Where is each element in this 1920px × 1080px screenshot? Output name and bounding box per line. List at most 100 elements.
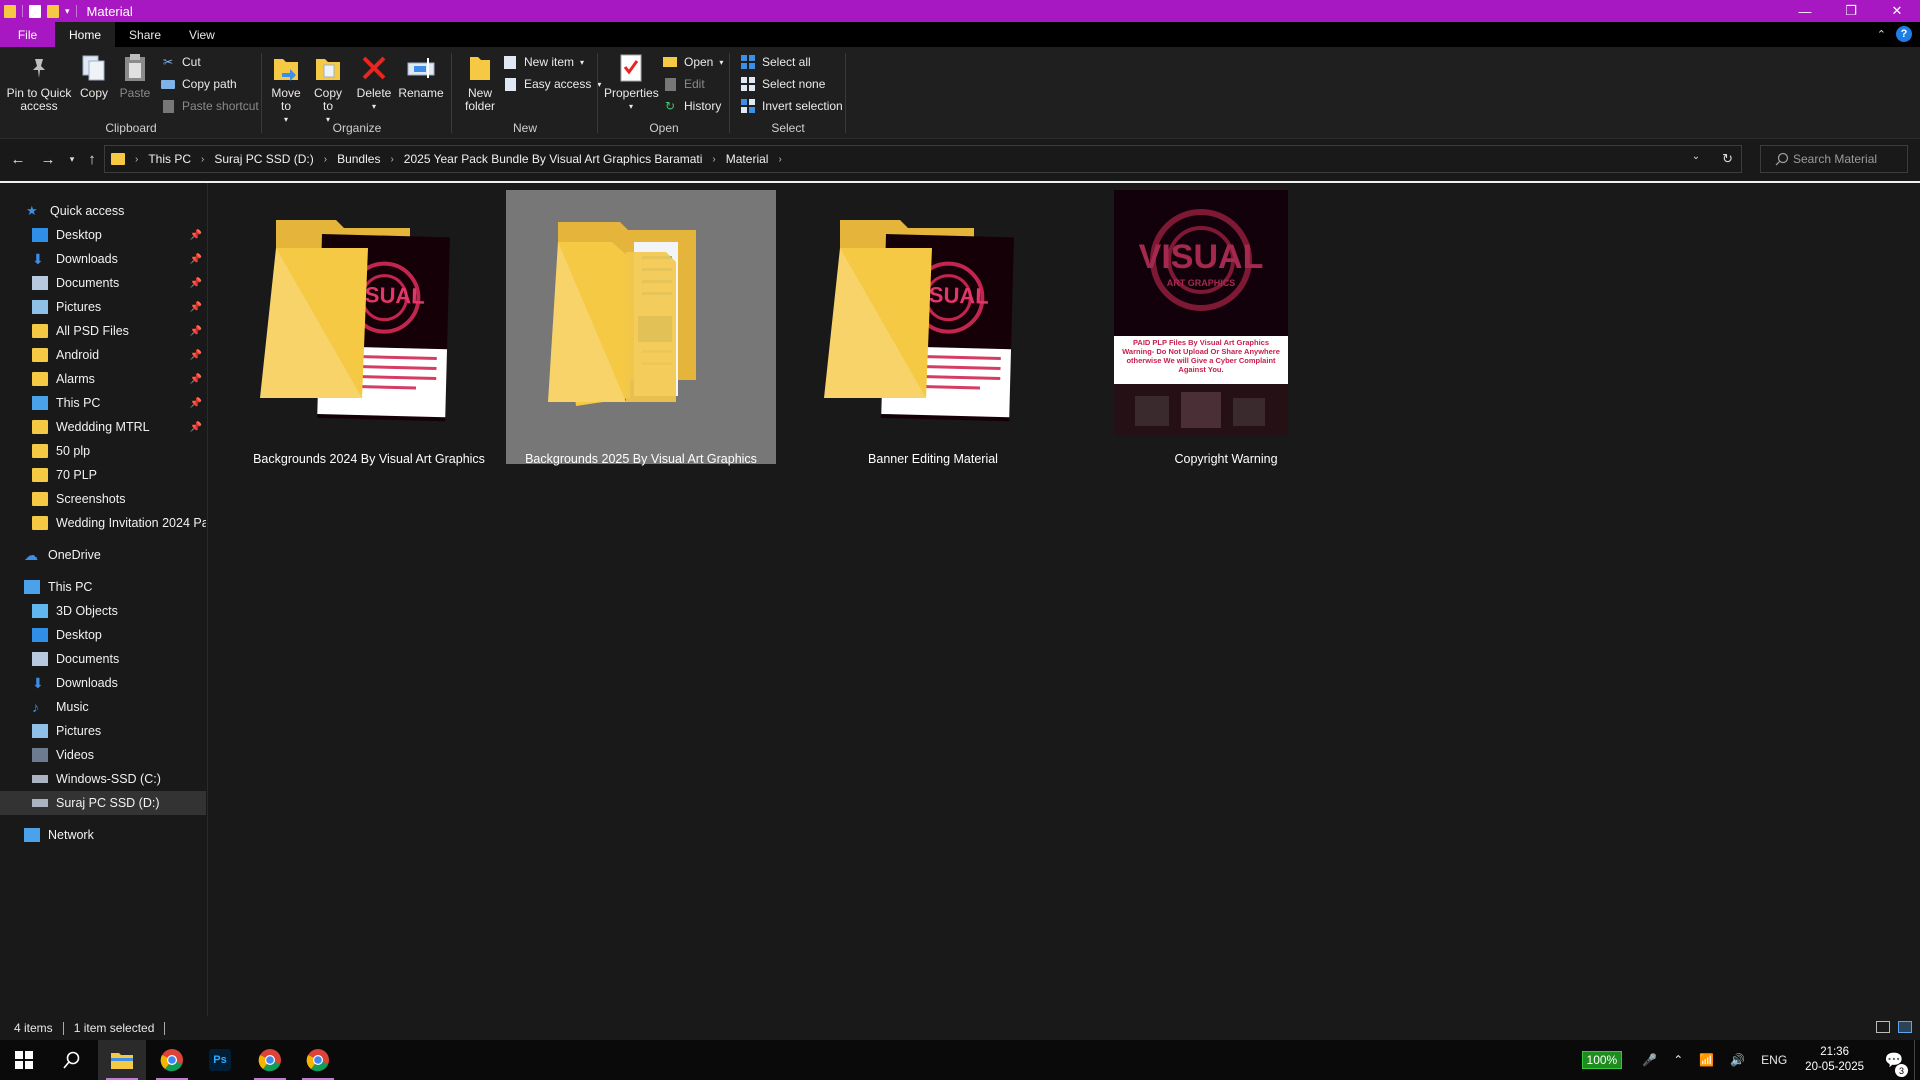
chevron-right-icon[interactable]: ›: [386, 154, 397, 165]
taskbar-chrome-3[interactable]: [294, 1040, 342, 1080]
pin-to-quick-access-button[interactable]: Pin to Quick access: [6, 53, 72, 113]
recent-locations-chevron-icon[interactable]: ▾: [62, 149, 82, 169]
copy-button[interactable]: Copy: [76, 53, 112, 100]
address-dropdown-icon[interactable]: ⌄: [1692, 151, 1700, 167]
taskbar-chrome-2[interactable]: [246, 1040, 294, 1080]
collapse-ribbon-icon[interactable]: ⌃: [1877, 28, 1886, 41]
new-folder-icon[interactable]: [47, 4, 59, 18]
wifi-icon[interactable]: 📶: [1699, 1053, 1714, 1067]
forward-arrow-icon[interactable]: →: [38, 149, 58, 169]
search-button[interactable]: [48, 1040, 96, 1080]
chevron-right-icon[interactable]: ›: [131, 154, 142, 165]
address-bar[interactable]: › This PC › Suraj PC SSD (D:) › Bundles …: [104, 145, 1742, 173]
tab-share[interactable]: Share: [115, 22, 175, 47]
breadcrumb-bundles[interactable]: Bundles: [331, 152, 386, 166]
nav-this-pc[interactable]: This PC: [0, 575, 206, 599]
breadcrumb-drive[interactable]: Suraj PC SSD (D:): [208, 152, 319, 166]
nav-qa-wedding-mtrl[interactable]: Weddding MTRL 📌: [0, 415, 206, 439]
start-button[interactable]: [0, 1040, 48, 1080]
nav-qa-downloads[interactable]: ⬇ Downloads 📌: [0, 247, 206, 271]
nav-pc-3d-objects[interactable]: 3D Objects: [0, 599, 206, 623]
breadcrumb-material[interactable]: Material: [720, 152, 775, 166]
cut-button[interactable]: ✂ Cut: [160, 53, 201, 71]
nav-qa-wedding-invitation[interactable]: Wedding Invitation 2024 Pack: [0, 511, 206, 535]
pin-icon[interactable]: 📌: [190, 422, 202, 433]
details-view-icon[interactable]: [1876, 1021, 1890, 1033]
pin-icon[interactable]: 📌: [190, 398, 202, 409]
back-arrow-icon[interactable]: ←: [8, 149, 28, 169]
easy-access-button[interactable]: Easy access ▾: [502, 75, 601, 93]
show-desktop-button[interactable]: [1914, 1040, 1920, 1080]
action-center-button[interactable]: 💬 3: [1874, 1051, 1914, 1077]
nav-pc-pictures[interactable]: Pictures: [0, 719, 206, 743]
tab-view[interactable]: View: [175, 22, 229, 47]
edit-button[interactable]: Edit: [662, 75, 705, 93]
nav-network[interactable]: Network: [0, 823, 206, 847]
history-button[interactable]: ↻ History: [662, 97, 721, 115]
delete-button[interactable]: Delete ▾: [356, 53, 392, 113]
tab-file[interactable]: File: [0, 22, 55, 47]
nav-qa-screenshots[interactable]: Screenshots: [0, 487, 206, 511]
nav-pc-music[interactable]: ♪ Music: [0, 695, 206, 719]
chevron-right-icon[interactable]: ›: [320, 154, 331, 165]
close-button[interactable]: ✕: [1874, 0, 1920, 22]
nav-pc-downloads[interactable]: ⬇ Downloads: [0, 671, 206, 695]
breadcrumb-this-pc[interactable]: This PC: [142, 152, 197, 166]
restore-button[interactable]: ❐: [1828, 0, 1874, 22]
language-indicator[interactable]: ENG: [1761, 1053, 1787, 1067]
nav-qa-alarms[interactable]: Alarms 📌: [0, 367, 206, 391]
move-to-button[interactable]: Move to ▾: [268, 53, 304, 126]
nav-pc-desktop[interactable]: Desktop: [0, 623, 206, 647]
microphone-icon[interactable]: 🎤: [1642, 1053, 1657, 1067]
pin-icon[interactable]: 📌: [190, 374, 202, 385]
chevron-right-icon[interactable]: ›: [197, 154, 208, 165]
select-all-button[interactable]: Select all: [740, 53, 811, 71]
search-input[interactable]: Search Material: [1760, 145, 1908, 173]
paste-button[interactable]: Paste: [116, 53, 154, 100]
pin-icon[interactable]: 📌: [190, 278, 202, 289]
properties-button[interactable]: Properties ▾: [604, 53, 659, 113]
folder-tile[interactable]: VISUAL Backgrounds 2024 By Visual Art Gr…: [234, 190, 504, 466]
paste-shortcut-button[interactable]: Paste shortcut: [160, 97, 259, 115]
nav-qa-android[interactable]: Android 📌: [0, 343, 206, 367]
nav-pc-videos[interactable]: Videos: [0, 743, 206, 767]
minimize-button[interactable]: —: [1782, 0, 1828, 22]
large-icons-view-icon[interactable]: [1898, 1021, 1912, 1033]
copy-path-button[interactable]: Copy path: [160, 75, 237, 93]
refresh-icon[interactable]: ↻: [1722, 151, 1733, 167]
pin-icon[interactable]: 📌: [190, 254, 202, 265]
open-button[interactable]: Open ▾: [662, 53, 723, 71]
pin-icon[interactable]: 📌: [190, 326, 202, 337]
taskbar-chrome-1[interactable]: [148, 1040, 196, 1080]
nav-qa-desktop[interactable]: Desktop 📌: [0, 223, 206, 247]
nav-qa-50-plp[interactable]: 50 plp: [0, 439, 206, 463]
nav-qa-pictures[interactable]: Pictures 📌: [0, 295, 206, 319]
battery-indicator[interactable]: 100%: [1581, 1051, 1623, 1069]
chevron-right-icon[interactable]: ›: [708, 154, 719, 165]
new-item-button[interactable]: New item ▾: [502, 53, 584, 71]
nav-pc-drive-d[interactable]: Suraj PC SSD (D:): [0, 791, 206, 815]
pin-icon[interactable]: 📌: [190, 302, 202, 313]
copy-to-button[interactable]: Copy to ▾: [310, 53, 346, 126]
properties-icon[interactable]: [29, 4, 41, 18]
folder-tile-selected[interactable]: Backgrounds 2025 By Visual Art Graphics: [506, 190, 776, 466]
nav-qa-all-psd[interactable]: All PSD Files 📌: [0, 319, 206, 343]
taskbar-file-explorer[interactable]: [98, 1040, 146, 1080]
new-folder-button[interactable]: New folder: [458, 53, 502, 113]
clock[interactable]: 21:36 20-05-2025: [1805, 1045, 1864, 1075]
nav-qa-this-pc[interactable]: This PC 📌: [0, 391, 206, 415]
nav-qa-70-plp[interactable]: 70 PLP: [0, 463, 206, 487]
chevron-right-icon[interactable]: ›: [774, 154, 785, 165]
select-none-button[interactable]: Select none: [740, 75, 825, 93]
pin-icon[interactable]: 📌: [190, 350, 202, 361]
tab-home[interactable]: Home: [55, 22, 116, 47]
nav-quick-access[interactable]: ★ Quick access: [0, 199, 206, 223]
speaker-icon[interactable]: 🔊: [1730, 1053, 1745, 1067]
breadcrumb-year-pack[interactable]: 2025 Year Pack Bundle By Visual Art Grap…: [398, 152, 709, 166]
nav-pc-drive-c[interactable]: Windows-SSD (C:): [0, 767, 206, 791]
folder-tile[interactable]: VISUAL Banner Editing Material: [798, 190, 1068, 466]
rename-button[interactable]: Rename: [398, 53, 444, 100]
nav-pc-documents[interactable]: Documents: [0, 647, 206, 671]
invert-selection-button[interactable]: Invert selection: [740, 97, 843, 115]
nav-qa-documents[interactable]: Documents 📌: [0, 271, 206, 295]
